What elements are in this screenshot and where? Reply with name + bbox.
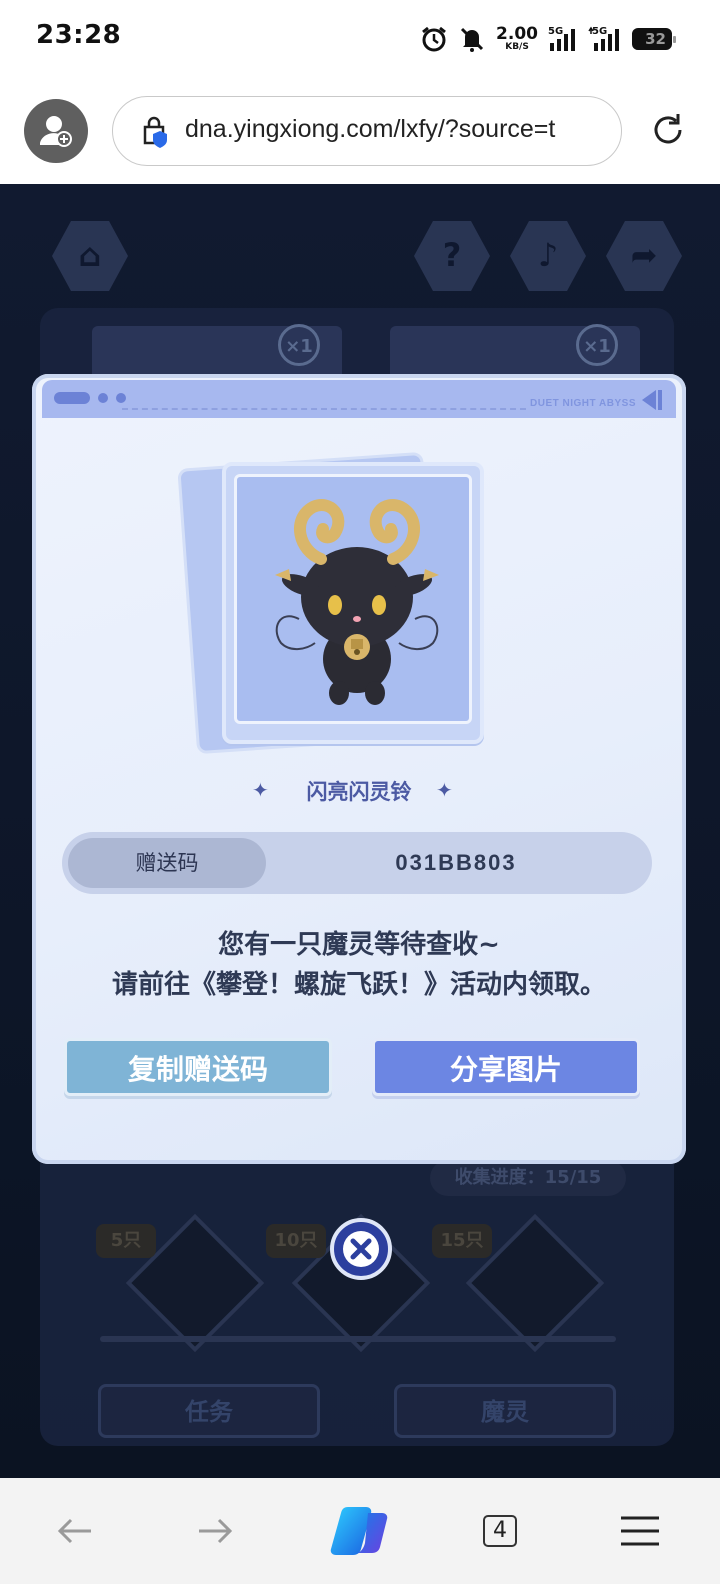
gift-code-bar: 赠送码 031BB803 (62, 832, 652, 894)
task-tab[interactable]: 任务 (98, 1384, 320, 1438)
copilot-icon (330, 1507, 388, 1555)
gift-dialog: DUET NIGHT ABYSS ✦ 闪亮闪灵铃 ✦ 赠送码 031BB803 … (32, 374, 686, 1164)
copy-code-button[interactable]: 复制赠送码 (64, 1038, 332, 1096)
browser-toolbar: dna.yingxiong.com/lxfy/?source=t (0, 80, 720, 184)
profile-button[interactable] (24, 99, 88, 163)
add-profile-icon (40, 116, 72, 147)
browser-bottom-nav: 4 (0, 1478, 720, 1584)
forward-button[interactable] (180, 1478, 250, 1584)
pet-card (222, 462, 484, 744)
site-security-icon[interactable] (139, 115, 173, 153)
card-multiplier: ×1 (576, 324, 618, 366)
home-icon: ⌂ (78, 236, 102, 274)
status-time: 23:28 (36, 20, 122, 50)
signal-icon: 5G (548, 25, 578, 53)
message-line-1: 您有一只魔灵等待查收~ (218, 930, 500, 960)
card-multiplier: ×1 (278, 324, 320, 366)
milestone-label: 15只 (432, 1224, 492, 1258)
status-bar: 23:28 2.00 KB/S 5G 5G 32 (0, 0, 720, 80)
help-icon: ? (442, 236, 462, 274)
close-icon (343, 1231, 379, 1267)
pet-creature-illustration (275, 499, 439, 705)
dialog-header: DUET NIGHT ABYSS (42, 380, 676, 418)
play-back-icon (638, 388, 664, 416)
battery-icon: 32 (632, 28, 676, 50)
help-button[interactable]: ? (414, 221, 490, 291)
message-line-2: 请前往《攀登！螺旋飞跃！》活动内领取。 (111, 970, 606, 1000)
gift-code-value: 031BB803 (395, 850, 517, 875)
signal-label: 5G (548, 26, 563, 37)
collection-progress: 收集进度：15/15 (430, 1160, 626, 1196)
sparkle-icon: ✦ (436, 778, 453, 802)
back-arrow-icon (57, 1518, 91, 1544)
music-button[interactable]: ♪ (510, 221, 586, 291)
network-speed: 2.00 KB/S (496, 24, 538, 52)
hamburger-menu-icon (621, 1516, 659, 1546)
mute-icon (458, 25, 486, 53)
alarm-icon (420, 25, 448, 53)
share-game-button[interactable]: ➦ (606, 221, 682, 291)
milestone-label: 5只 (96, 1224, 156, 1258)
signal-label: 5G (592, 26, 607, 37)
back-button[interactable] (40, 1478, 110, 1584)
menu-button[interactable] (600, 1478, 680, 1584)
header-dots (54, 392, 126, 404)
reload-button[interactable] (648, 110, 688, 154)
spirit-tab[interactable]: 魔灵 (394, 1384, 616, 1438)
gift-code-label: 赠送码 (68, 838, 266, 888)
music-icon: ♪ (537, 236, 559, 274)
tab-count: 4 (483, 1515, 517, 1547)
share-image-button[interactable]: 分享图片 (372, 1038, 640, 1096)
forward-arrow-icon (199, 1518, 233, 1544)
address-bar[interactable]: dna.yingxiong.com/lxfy/?source=t (112, 96, 622, 166)
pet-name: 闪亮闪灵铃 (306, 780, 412, 804)
milestone-track (100, 1336, 616, 1342)
reload-icon (654, 114, 682, 144)
url-text[interactable]: dna.yingxiong.com/lxfy/?source=t (185, 115, 555, 144)
home-button[interactable]: ⌂ (52, 221, 128, 291)
share-arrow-icon: ➦ (630, 236, 658, 274)
signal-icon: 5G (588, 25, 622, 53)
copilot-button[interactable] (320, 1478, 400, 1584)
milestone-label: 10只 (266, 1224, 326, 1258)
header-brand: DUET NIGHT ABYSS (530, 398, 636, 409)
close-dialog-button[interactable] (330, 1218, 392, 1280)
tabs-button[interactable]: 4 (470, 1478, 530, 1584)
status-icons: 2.00 KB/S 5G 5G 32 (420, 22, 676, 56)
